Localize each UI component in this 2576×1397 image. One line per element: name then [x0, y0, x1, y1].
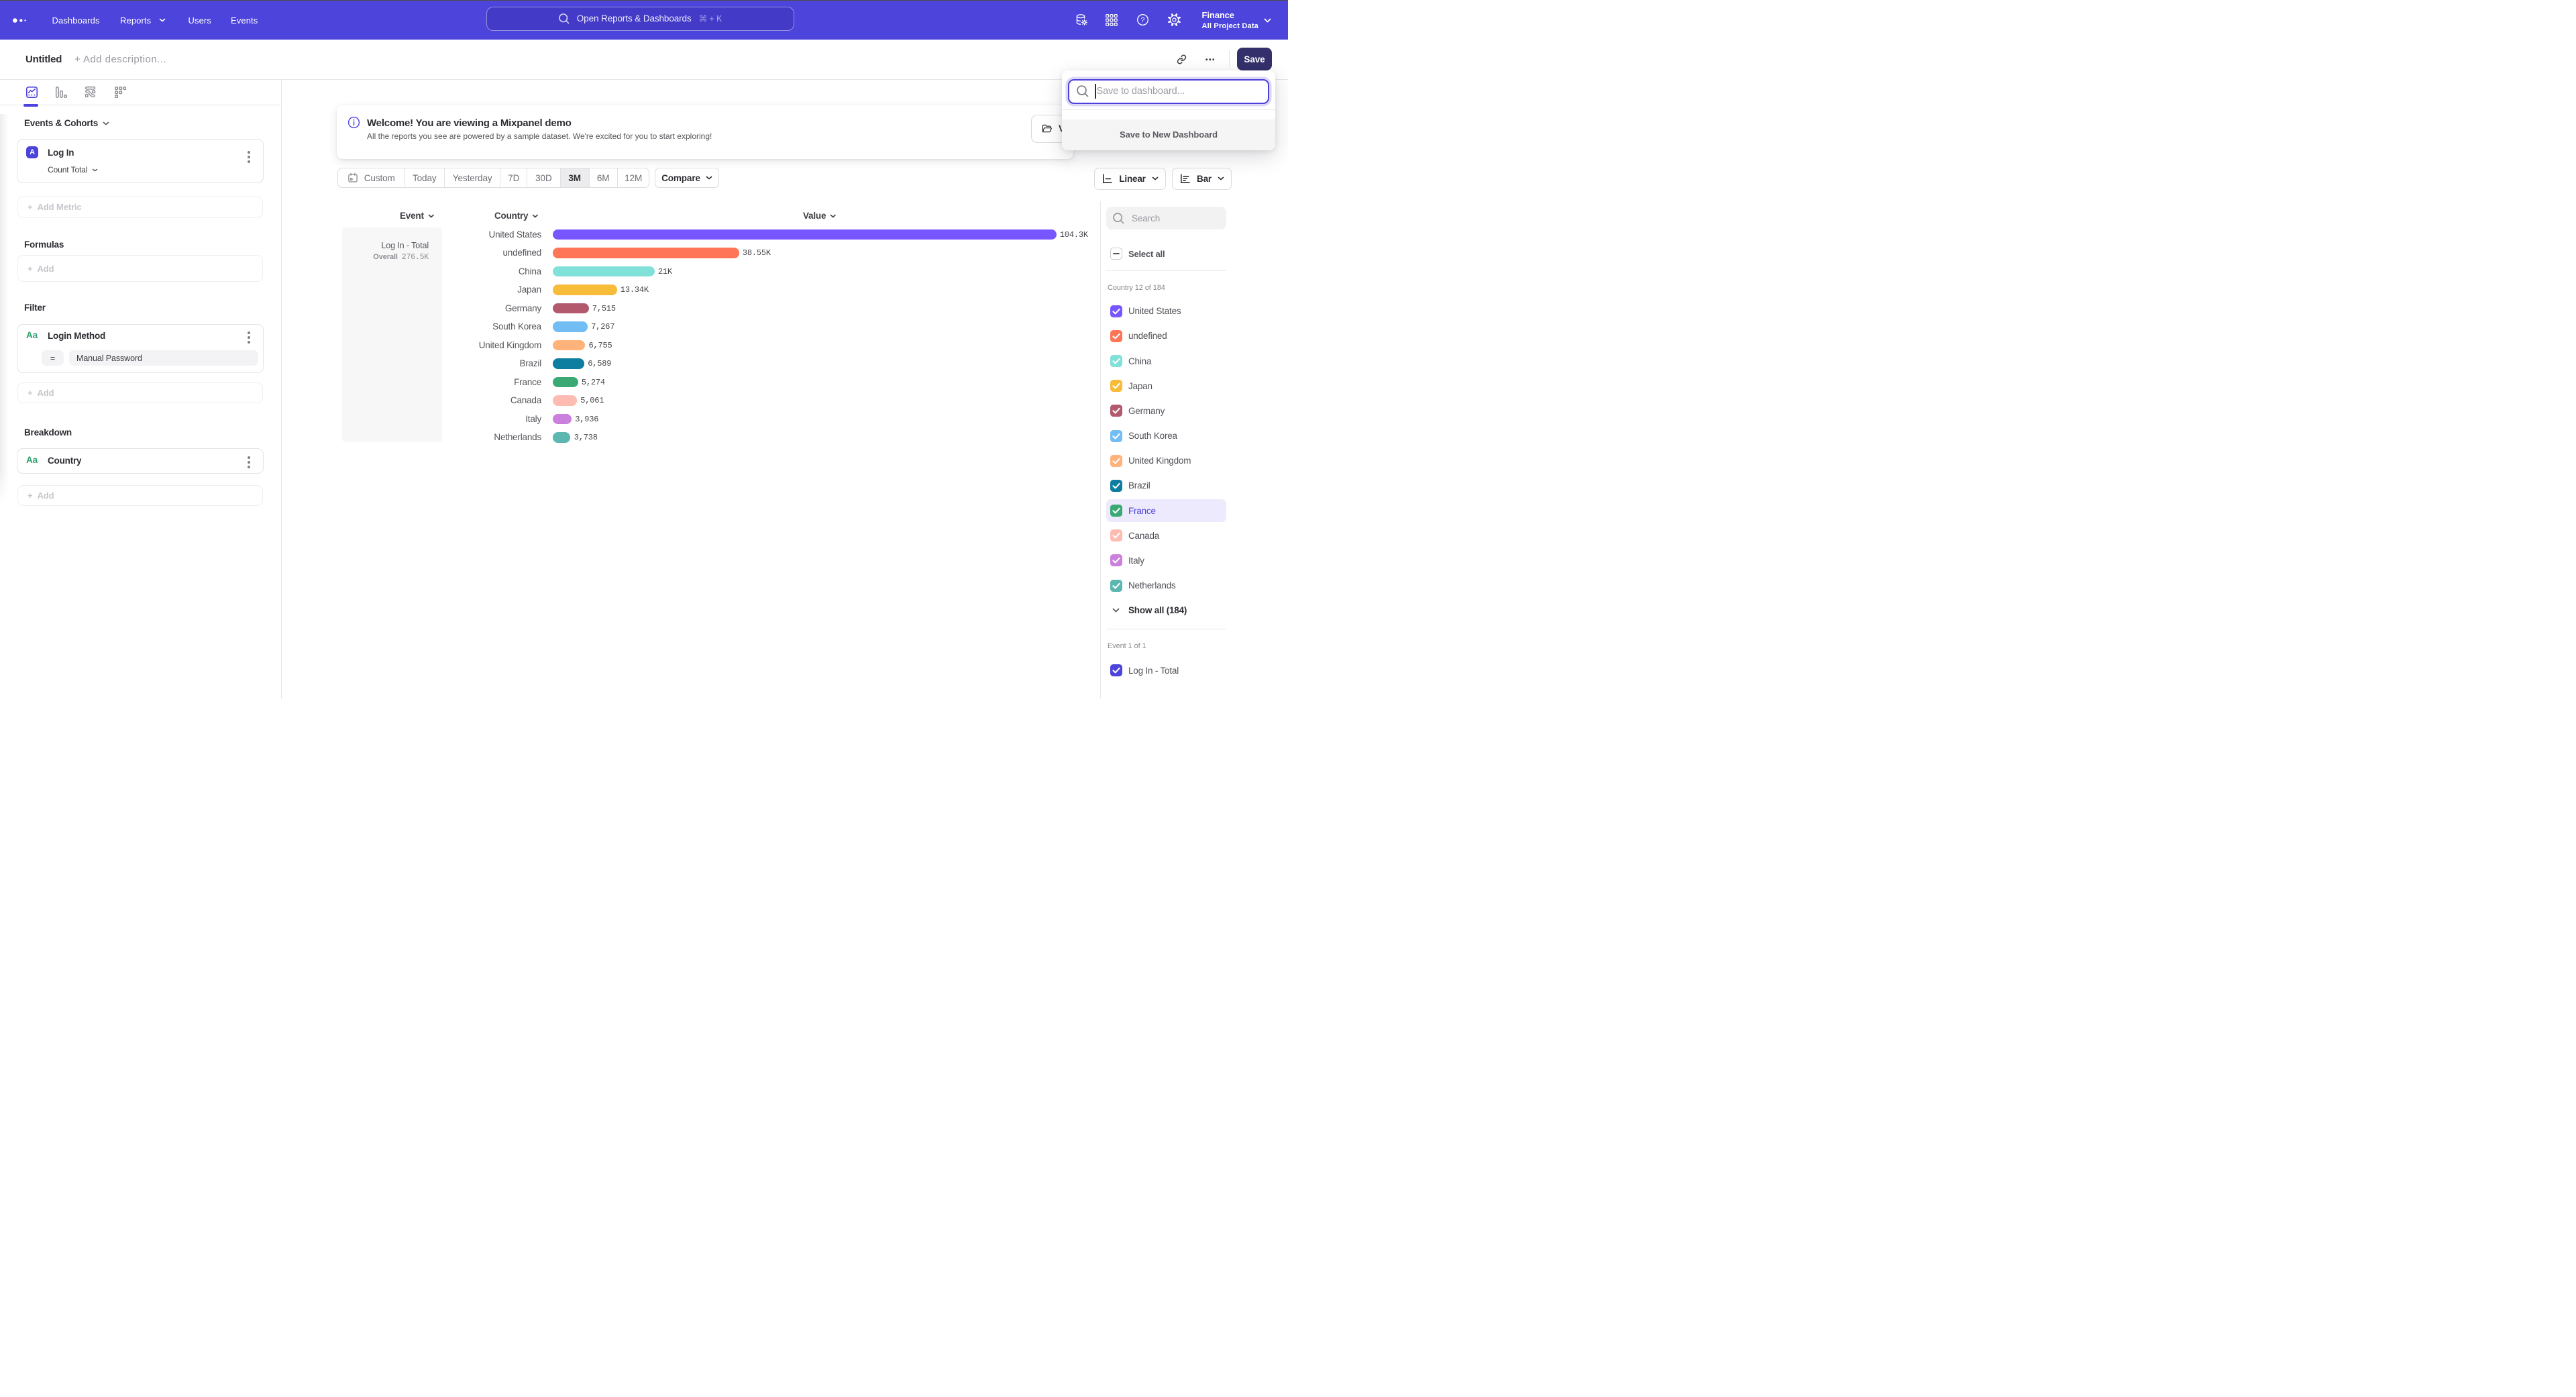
svg-text:?: ?	[1141, 16, 1145, 24]
